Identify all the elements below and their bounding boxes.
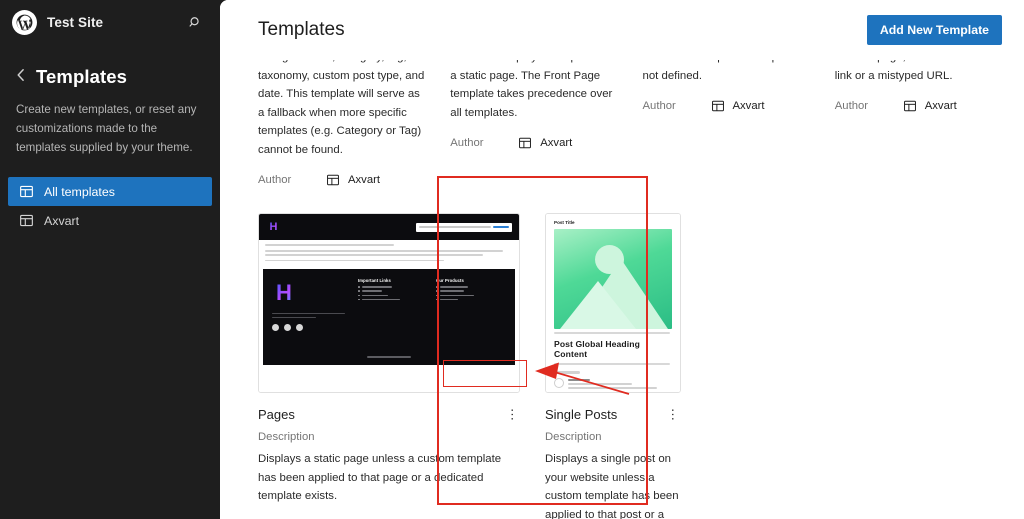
preview-featured-image	[554, 229, 672, 330]
footer-copyright	[263, 355, 515, 358]
content-panel: a single author, category, tag, taxonomy…	[220, 0, 1024, 519]
template-preview-pages[interactable]: H H Important Links Our Products	[258, 213, 520, 394]
description-label: Description	[545, 431, 602, 444]
author-name: Axvart	[348, 174, 381, 187]
sidebar-description: Create new templates, or reset any custo…	[16, 103, 197, 154]
content-header: Templates Add New Template	[220, 0, 1024, 60]
mountain-shape-left	[560, 281, 636, 330]
avatar	[554, 377, 564, 388]
preview-search-field	[416, 222, 512, 232]
template-preview-single-posts[interactable]: Post Title Post Global Heading Content	[545, 213, 681, 394]
author-name: Axvart	[924, 100, 957, 113]
footer-column-important-links: Important Links	[358, 278, 428, 356]
card-author-meta: Author Axvart	[450, 136, 617, 150]
template-layout-icon	[711, 99, 725, 113]
preview-post-chip	[554, 370, 580, 374]
sidebar-item-label: All templates	[44, 184, 115, 199]
kebab-menu-icon[interactable]: ⋯	[666, 407, 681, 421]
kebab-menu-icon[interactable]: ⋯	[505, 407, 520, 421]
author-label: Author	[450, 137, 484, 150]
card-author-meta: Author Axvart	[258, 173, 425, 187]
sidebar-item-label: Axvart	[44, 213, 80, 228]
description-label: Description	[258, 431, 315, 444]
card-description: Displays a static page unless a custom t…	[258, 453, 502, 503]
templates-grid: H H Important Links Our Products Pages ⋯…	[258, 213, 1002, 519]
preview-comment-body	[568, 378, 672, 392]
add-new-template-button[interactable]: Add New Template	[866, 15, 1002, 45]
card-header: Single Posts ⋯	[545, 407, 681, 422]
app-root: Test Site Templates Create new templates…	[0, 0, 1024, 519]
sidebar-nav-header: Templates	[0, 44, 220, 88]
author-value: Axvart	[518, 136, 572, 150]
brand-logo-icon: H	[272, 278, 296, 308]
pages-preview: H H Important Links Our Products	[259, 214, 519, 393]
sidebar-nav-list: All templates Axvart	[0, 177, 220, 235]
author-name: Axvart	[540, 137, 573, 150]
card-header: Pages ⋯	[258, 407, 520, 422]
footer-column-our-products: Our Products	[436, 278, 506, 356]
card-author-meta: Author Axvart	[643, 99, 810, 113]
author-label: Author	[642, 100, 676, 113]
templates-scroll-area[interactable]: a single author, category, tag, taxonomy…	[220, 0, 1024, 519]
footer-brand: H	[272, 278, 350, 356]
footer-column-heading: Our Products	[436, 277, 464, 283]
footer-social-icons	[272, 324, 350, 332]
author-value: Axvart	[326, 173, 380, 187]
page-title: Templates	[258, 19, 345, 40]
preview-footer: H Important Links Our Products	[263, 268, 515, 365]
sidebar-item-all-templates[interactable]: All templates	[8, 177, 212, 207]
template-layout-icon	[19, 184, 34, 199]
template-layout-icon	[903, 99, 917, 113]
template-card-single-posts[interactable]: Post Title Post Global Heading Content S…	[545, 213, 681, 519]
brand-logo-icon: H	[266, 220, 281, 235]
grid-empty-cell	[706, 213, 842, 519]
single-posts-title[interactable]: Single Posts	[545, 407, 617, 422]
sidebar-nav-title: Templates	[36, 66, 128, 87]
footer-column-heading: Important Links	[358, 277, 391, 283]
chevron-left-icon[interactable]	[16, 68, 25, 87]
template-card-pages[interactable]: H H Important Links Our Products Pages ⋯…	[258, 213, 520, 519]
card-description: Displays a single post on your website u…	[545, 453, 679, 519]
author-label: Author	[834, 100, 869, 113]
single-post-preview: Post Title Post Global Heading Content	[546, 214, 680, 393]
grid-empty-cell	[866, 213, 1002, 519]
author-name: Axvart	[732, 100, 765, 113]
preview-post-heading: Post Global Heading Content	[554, 339, 640, 360]
card-description: a single author, category, tag, taxonomy…	[258, 51, 425, 156]
sidebar: Test Site Templates Create new templates…	[0, 0, 220, 519]
search-icon[interactable]	[184, 11, 206, 33]
author-label: Author	[258, 174, 292, 187]
preview-navbar: H	[259, 214, 519, 241]
site-title: Test Site	[47, 14, 104, 30]
author-value: Axvart	[711, 99, 765, 113]
author-value: Axvart	[903, 99, 957, 113]
wordpress-logo-icon[interactable]	[12, 9, 37, 35]
template-layout-icon	[518, 136, 532, 150]
card-author-meta: Author Axvart	[835, 99, 1002, 113]
preview-comment	[554, 377, 672, 392]
site-bar: Test Site	[0, 0, 220, 44]
preview-post-title: Post Title	[554, 220, 575, 226]
preview-post-body: Post Global Heading Content	[554, 329, 672, 391]
template-layout-icon	[326, 173, 340, 187]
template-layout-icon	[19, 213, 34, 228]
card-title[interactable]: Pages	[258, 407, 295, 422]
preview-body-text	[259, 240, 519, 266]
footer-tagline	[272, 312, 350, 319]
sidebar-item-axvart[interactable]: Axvart	[8, 206, 212, 235]
